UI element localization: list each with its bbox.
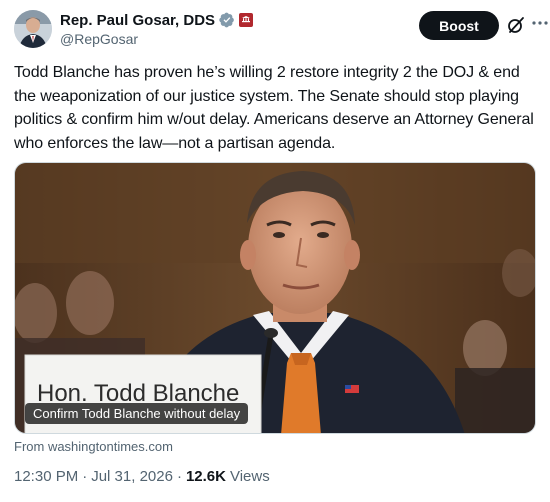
media-caption: Confirm Todd Blanche without delay bbox=[25, 403, 249, 424]
tweet-date[interactable]: Jul 31, 2026 bbox=[91, 468, 173, 485]
views-count: 12.6K bbox=[185, 468, 226, 485]
grok-icon[interactable] bbox=[506, 15, 526, 35]
views-label: Views bbox=[229, 468, 270, 485]
avatar[interactable] bbox=[14, 10, 52, 48]
government-badge-icon bbox=[239, 13, 254, 27]
author-handle[interactable]: @RepGosar bbox=[60, 31, 253, 47]
media-photo: Hon. Todd Blanche bbox=[15, 163, 535, 433]
more-options-icon[interactable] bbox=[531, 14, 549, 32]
meta-separator: · bbox=[176, 468, 182, 485]
boost-button[interactable]: Boost bbox=[419, 11, 499, 40]
tweet-text: Todd Blanche has proven he’s willing 2 r… bbox=[14, 64, 534, 152]
meta-separator: · bbox=[82, 468, 88, 485]
media-card[interactable]: Hon. Todd Blanche Confirm Todd Blanche w… bbox=[14, 162, 536, 434]
author-display-name[interactable]: Rep. Paul Gosar, DDS bbox=[60, 12, 215, 29]
link-source[interactable]: From washingtontimes.com bbox=[14, 439, 173, 454]
tweet-header: Rep. Paul Gosar, DDS @RepGosar Boost bbox=[14, 10, 548, 50]
tweet-meta: 12:30 PM · Jul 31, 2026 · 12.6K Views bbox=[14, 468, 270, 485]
tweet-time[interactable]: 12:30 PM bbox=[14, 468, 78, 485]
verified-badge-icon bbox=[219, 12, 234, 28]
